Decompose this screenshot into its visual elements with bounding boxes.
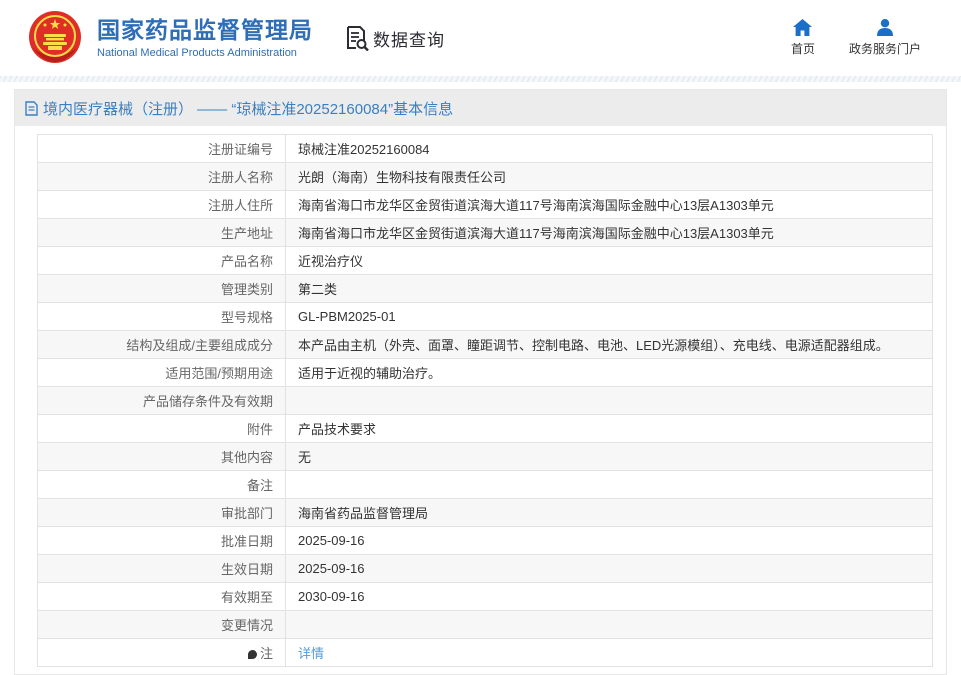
brand-text: 国家药品监督管理局 National Medical Products Admi… — [97, 17, 313, 60]
row-label: 变更情况 — [37, 610, 286, 639]
nav-gov-portal-label: 政务服务门户 — [848, 42, 921, 56]
data-query-label: 数据查询 — [373, 30, 445, 50]
brand: 国家药品监督管理局 National Medical Products Admi… — [27, 10, 313, 66]
document-search-icon — [347, 26, 369, 51]
table-row: 管理类别 第二类 — [37, 274, 933, 303]
row-value: 近视治疗仪 — [285, 246, 933, 275]
row-value: 海南省海口市龙华区金贸街道滨海大道117号海南滨海国际金融中心13层A1303单… — [285, 218, 933, 247]
row-label: 其他内容 — [37, 442, 286, 471]
table-row: 变更情况 — [37, 610, 933, 639]
table-row: 型号规格 GL-PBM2025-01 — [37, 302, 933, 331]
home-icon — [793, 19, 813, 36]
row-label: 注册人住所 — [37, 190, 286, 219]
site-header: 国家药品监督管理局 National Medical Products Admi… — [0, 0, 961, 76]
row-label: 有效期至 — [37, 582, 286, 611]
nav-gov-portal[interactable]: 政务服务门户 — [849, 19, 921, 57]
row-label: 审批部门 — [37, 498, 286, 527]
table-row: 审批部门 海南省药品监督管理局 — [37, 498, 933, 527]
table-row: 结构及组成/主要组成成分 本产品由主机（外壳、面罩、瞳距调节、控制电路、电池、LE… — [37, 330, 933, 359]
row-label: 产品储存条件及有效期 — [37, 386, 286, 415]
page-title: 境内医疗器械（注册） —— “琼械注准20252160084”基本信息 — [43, 100, 454, 118]
document-icon — [25, 100, 38, 116]
org-name-en: National Medical Products Administration — [97, 47, 297, 60]
registration-info-table: 注册证编号 琼械注准20252160084 注册人名称 光朗（海南）生物科技有限责任公… — [37, 134, 933, 667]
table-row: 生产地址 海南省海口市龙华区金贸街道滨海大道117号海南滨海国际金融中心13层A1… — [37, 218, 933, 247]
table-row: 附件 产品技术要求 — [37, 414, 933, 443]
row-value: 2030-09-16 — [285, 582, 933, 611]
nav-home[interactable]: 首页 — [791, 19, 815, 57]
table-row: 产品名称 近视治疗仪 — [37, 246, 933, 275]
row-label: 生产地址 — [37, 218, 286, 247]
row-value — [285, 386, 933, 415]
table-row: 批准日期 2025-09-16 — [37, 526, 933, 555]
note-pin-icon — [247, 650, 257, 659]
row-label: 附件 — [37, 414, 286, 443]
table-row: 备注 — [37, 470, 933, 499]
row-value: 适用于近视的辅助治疗。 — [285, 358, 933, 387]
row-label: 管理类别 — [37, 274, 286, 303]
table-row: 其他内容无 — [37, 442, 933, 471]
row-value: GL-PBM2025-01 — [285, 302, 933, 331]
table-row: 注册人住所 海南省海口市龙华区金贸街道滨海大道117号海南滨海国际金融中心13层A… — [37, 190, 933, 219]
row-label: 结构及组成/主要组成成分 — [37, 330, 286, 359]
table-row: 注册证编号 琼械注准20252160084 — [37, 134, 933, 163]
row-label: 型号规格 — [37, 302, 286, 331]
table-row: 注册人名称 光朗（海南）生物科技有限责任公司 — [37, 162, 933, 191]
table-row: 适用范围/预期用途 适用于近视的辅助治疗。 — [37, 358, 933, 387]
row-value: 海南省海口市龙华区金贸街道滨海大道117号海南滨海国际金融中心13层A1303单… — [285, 190, 933, 219]
table-wrap: 注册证编号 琼械注准20252160084 注册人名称 光朗（海南）生物科技有限责任公… — [15, 126, 946, 674]
national-emblem-logo — [29, 11, 81, 63]
table-row: 产品储存条件及有效期 — [37, 386, 933, 415]
row-label: 批准日期 — [37, 526, 286, 555]
nav-home-label: 首页 — [790, 42, 815, 56]
table-row: 生效日期 2025-09-16 — [37, 554, 933, 583]
page-title-bar: 境内医疗器械（注册） —— “琼械注准20252160084”基本信息 — [15, 90, 946, 126]
row-value: 2025-09-16 — [285, 554, 933, 583]
row-value: 详情 — [285, 638, 933, 667]
detail-link[interactable]: 详情 — [298, 646, 324, 661]
table-row: 有效期至 2030-09-16 — [37, 582, 933, 611]
row-label: 备注 — [37, 470, 286, 499]
row-value: 光朗（海南）生物科技有限责任公司 — [285, 162, 933, 191]
row-value: 海南省药品监督管理局 — [285, 498, 933, 527]
org-name-zh: 国家药品监督管理局 — [97, 16, 313, 43]
row-label: 产品名称 — [37, 246, 286, 275]
row-value: 本产品由主机（外壳、面罩、瞳距调节、控制电路、电池、LED光源模组）、充电线、电… — [285, 330, 933, 359]
row-value: 无 — [285, 442, 933, 471]
row-label: 注册证编号 — [37, 134, 286, 163]
row-value: 产品技术要求 — [285, 414, 933, 443]
hatch-divider — [0, 76, 961, 82]
row-label: 生效日期 — [37, 554, 286, 583]
row-label: 注 — [37, 638, 286, 667]
row-value: 琼械注准20252160084 — [285, 134, 933, 163]
data-query-section[interactable]: 数据查询 — [345, 25, 445, 51]
user-icon — [876, 19, 893, 36]
row-value — [285, 470, 933, 499]
table-row: 注详情 — [37, 638, 933, 667]
content-box: 境内医疗器械（注册） —— “琼械注准20252160084”基本信息 注册证编… — [14, 89, 947, 675]
row-label: 适用范围/预期用途 — [37, 358, 286, 387]
top-nav: 首页 政务服务门户 — [791, 19, 921, 57]
row-value — [285, 610, 933, 639]
row-label: 注册人名称 — [37, 162, 286, 191]
row-value: 2025-09-16 — [285, 526, 933, 555]
row-value: 第二类 — [285, 274, 933, 303]
